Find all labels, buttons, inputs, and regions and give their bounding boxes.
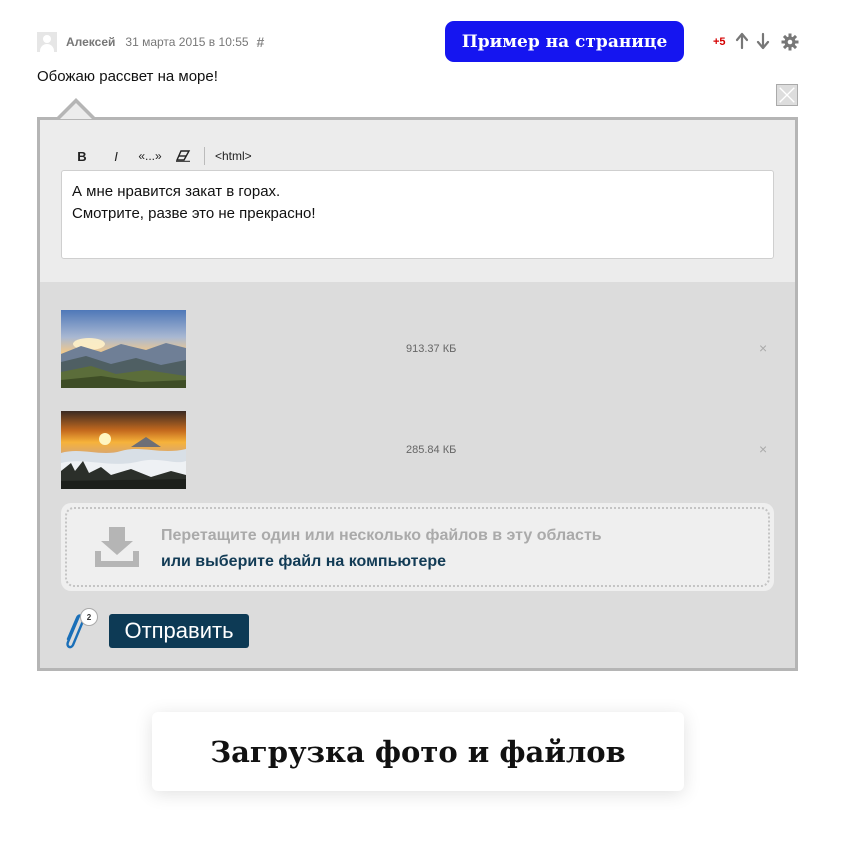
attachment-size: 913.37 КБ [406, 343, 457, 355]
attach-count-badge: 2 [80, 608, 98, 626]
arrow-up-icon[interactable] [735, 32, 749, 50]
permalink-link[interactable]: # [257, 34, 265, 50]
gear-icon[interactable] [781, 33, 799, 51]
eraser-icon [175, 150, 191, 162]
submit-button[interactable]: Отправить [109, 614, 249, 648]
choose-file-link[interactable]: или выберите файл на компьютере [161, 553, 446, 571]
remove-attachment-button[interactable]: × [759, 340, 767, 356]
arrow-down-icon[interactable] [756, 32, 770, 50]
clear-format-button[interactable] [166, 146, 200, 166]
feature-caption: Загрузка фото и файлов [152, 712, 684, 791]
download-icon [95, 527, 139, 567]
remove-attachment-button[interactable]: × [759, 441, 767, 457]
html-mode-button[interactable]: <html> [215, 146, 252, 166]
attachment-row: 913.37 КБ × [61, 310, 774, 388]
attachment-thumbnail[interactable] [61, 310, 186, 388]
quote-button[interactable]: «...» [134, 146, 166, 166]
comment-textarea[interactable]: А мне нравится закат в горах. Смотрите, … [61, 170, 774, 259]
comment-rating: +5 [713, 36, 726, 48]
bold-button[interactable]: B [70, 146, 94, 166]
textarea-line: Смотрите, разве это не прекрасно! [72, 205, 316, 222]
reply-form: B I «...» <html> А мне нравится закат в … [37, 117, 798, 671]
attachment-size: 285.84 КБ [406, 444, 457, 456]
attachment-row: 285.84 КБ × [61, 411, 774, 489]
file-dropzone[interactable]: Перетащите один или несколько файлов в э… [61, 503, 774, 591]
editor-toolbar: B I «...» <html> [70, 146, 252, 166]
toolbar-divider [204, 147, 205, 165]
comment-header: Алексей 31 марта 2015 в 10:55 # [37, 31, 264, 53]
panel-notch-inner [60, 103, 92, 119]
comment-date: 31 марта 2015 в 10:55 [125, 35, 249, 49]
dropzone-hint: Перетащите один или несколько файлов в э… [161, 527, 602, 544]
comment-author[interactable]: Алексей [66, 35, 115, 49]
editor-area: B I «...» <html> А мне нравится закат в … [40, 120, 795, 282]
attachment-thumbnail[interactable] [61, 411, 186, 489]
avatar[interactable] [37, 32, 57, 52]
dropzone-border [65, 507, 770, 587]
textarea-line: А мне нравится закат в горах. [72, 183, 281, 200]
comment-text: Обожаю рассвет на море! [37, 68, 218, 85]
close-icon[interactable] [776, 84, 798, 106]
demo-page-button[interactable]: Пример на странице [445, 21, 684, 62]
italic-button[interactable]: I [98, 146, 134, 166]
